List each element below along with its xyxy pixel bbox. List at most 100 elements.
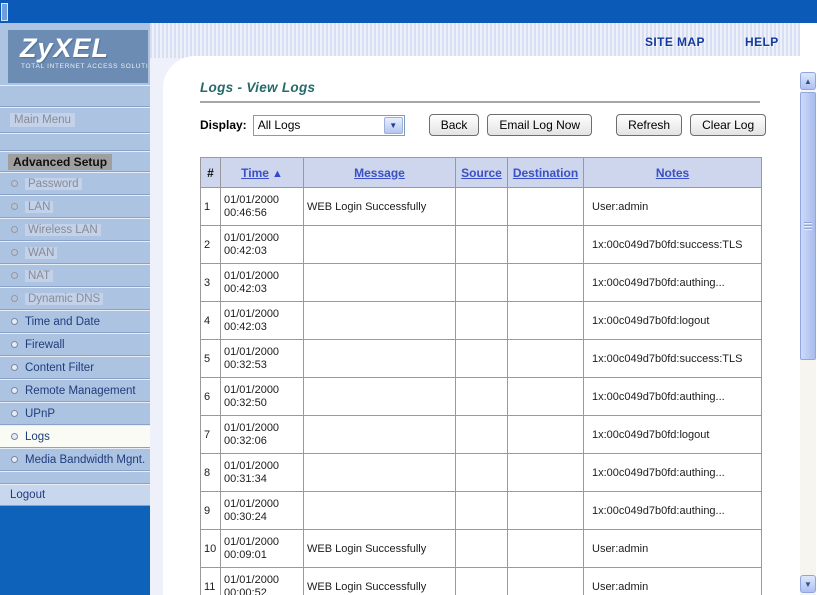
- scrollbar-thumb[interactable]: [800, 92, 816, 360]
- col-header-num: #: [201, 158, 221, 188]
- radio-bullet-icon: [11, 295, 18, 302]
- sidebar-item-label: Time and Date: [25, 316, 100, 328]
- sidebar: ZyXEL TOTAL INTERNET ACCESS SOLUTION Mai…: [0, 23, 150, 595]
- sidebar-section-advanced-setup: Advanced Setup: [0, 151, 150, 172]
- display-label: Display:: [200, 118, 247, 132]
- table-row: 3 01/01/200000:42:03 1x:00c049d7b0fd:aut…: [201, 264, 762, 302]
- radio-bullet-icon: [11, 249, 18, 256]
- sidebar-item-wireless-lan[interactable]: Wireless LAN: [0, 218, 150, 241]
- advanced-setup-label: Advanced Setup: [8, 154, 112, 170]
- vertical-scrollbar[interactable]: ▲ ▼: [800, 72, 817, 595]
- sidebar-item-remote-management[interactable]: Remote Management: [0, 379, 150, 402]
- chevron-down-icon[interactable]: ▼: [384, 117, 403, 134]
- radio-bullet-icon: [11, 364, 18, 371]
- sidebar-footer-block: [0, 506, 150, 595]
- sidebar-item-label: Logs: [25, 431, 50, 443]
- table-header-row: # Time▲ Message Source Destination Notes: [201, 158, 762, 188]
- sidebar-item-dynamic-dns[interactable]: Dynamic DNS: [0, 287, 150, 310]
- sidebar-item-time-and-date[interactable]: Time and Date: [0, 310, 150, 333]
- radio-bullet-icon: [11, 180, 18, 187]
- content-panel: Logs - View Logs Display: All Logs ▼ Bac…: [163, 56, 800, 595]
- sidebar-spacer: [0, 133, 150, 151]
- scrollbar-grip: [804, 222, 812, 231]
- table-row: 10 01/01/200000:09:01 WEB Login Successf…: [201, 530, 762, 568]
- radio-bullet-icon: [11, 226, 18, 233]
- radio-bullet-icon: [11, 203, 18, 210]
- sidebar-spacer: [0, 471, 150, 484]
- display-select[interactable]: All Logs ▼: [253, 115, 405, 136]
- sidebar-item-nat[interactable]: NAT: [0, 264, 150, 287]
- sidebar-item-label: Wireless LAN: [25, 224, 101, 236]
- table-row: 7 01/01/200000:32:06 1x:00c049d7b0fd:log…: [201, 416, 762, 454]
- radio-bullet-icon: [11, 410, 18, 417]
- log-table: # Time▲ Message Source Destination Notes…: [200, 157, 762, 595]
- refresh-button[interactable]: Refresh: [616, 114, 682, 136]
- back-button[interactable]: Back: [429, 114, 480, 136]
- radio-bullet-icon: [11, 433, 18, 440]
- col-header-destination[interactable]: Destination: [508, 158, 584, 188]
- radio-bullet-icon: [11, 341, 18, 348]
- sidebar-item-label: Media Bandwidth Mgnt.: [25, 454, 145, 466]
- title-divider: [200, 101, 760, 103]
- sidebar-item-media-bandwidth-mgnt[interactable]: Media Bandwidth Mgnt.: [0, 448, 150, 471]
- table-row: 6 01/01/200000:32:50 1x:00c049d7b0fd:aut…: [201, 378, 762, 416]
- main-menu-label: Main Menu: [10, 113, 75, 127]
- table-row: 4 01/01/200000:42:03 1x:00c049d7b0fd:log…: [201, 302, 762, 340]
- table-row: 9 01/01/200000:30:24 1x:00c049d7b0fd:aut…: [201, 492, 762, 530]
- radio-bullet-icon: [11, 456, 18, 463]
- sidebar-item-label: Firewall: [25, 339, 65, 351]
- page-title: Logs - View Logs: [200, 80, 800, 95]
- logo-brand-text: ZyXEL: [8, 30, 148, 63]
- sidebar-item-logs[interactable]: Logs: [0, 425, 150, 448]
- radio-bullet-icon: [11, 387, 18, 394]
- logo-tagline: TOTAL INTERNET ACCESS SOLUTION: [8, 63, 148, 70]
- help-link[interactable]: HELP: [745, 35, 779, 49]
- sidebar-item-content-filter[interactable]: Content Filter: [0, 356, 150, 379]
- sidebar-item-lan[interactable]: LAN: [0, 195, 150, 218]
- col-header-time[interactable]: Time▲: [221, 158, 304, 188]
- zyxel-logo: ZyXEL TOTAL INTERNET ACCESS SOLUTION: [8, 30, 148, 83]
- display-select-value: All Logs: [254, 118, 301, 132]
- site-map-link[interactable]: SITE MAP: [645, 35, 705, 49]
- scroll-up-icon[interactable]: ▲: [800, 72, 816, 90]
- sidebar-item-label: UPnP: [25, 408, 55, 420]
- table-row: 8 01/01/200000:31:34 1x:00c049d7b0fd:aut…: [201, 454, 762, 492]
- sidebar-item-logout[interactable]: Logout: [0, 484, 150, 506]
- sidebar-item-label: LAN: [25, 201, 53, 213]
- sidebar-item-label: Password: [25, 178, 82, 190]
- radio-bullet-icon: [11, 272, 18, 279]
- radio-bullet-icon: [11, 318, 18, 325]
- scroll-down-icon[interactable]: ▼: [800, 575, 816, 593]
- col-header-notes[interactable]: Notes: [584, 158, 762, 188]
- sidebar-item-upnp[interactable]: UPnP: [0, 402, 150, 425]
- table-row: 2 01/01/200000:42:03 1x:00c049d7b0fd:suc…: [201, 226, 762, 264]
- button-group: Back Email Log Now Refresh Clear Log: [429, 114, 766, 136]
- sidebar-item-label: NAT: [25, 270, 53, 282]
- sidebar-items-container: Password LAN Wireless LAN WAN NAT Dynami…: [0, 172, 150, 471]
- main-area: SITE MAP HELP Logs - View Logs Display: …: [150, 23, 800, 595]
- sidebar-item-firewall[interactable]: Firewall: [0, 333, 150, 356]
- clear-log-button[interactable]: Clear Log: [690, 114, 766, 136]
- col-header-source[interactable]: Source: [456, 158, 508, 188]
- log-table-body: 1 01/01/200000:46:56 WEB Login Successfu…: [201, 188, 762, 595]
- top-title-bar: [0, 0, 817, 23]
- header-stripe-band: SITE MAP HELP: [150, 23, 800, 58]
- table-row: 5 01/01/200000:32:53 1x:00c049d7b0fd:suc…: [201, 340, 762, 378]
- sidebar-item-main-menu[interactable]: Main Menu: [0, 107, 150, 133]
- sidebar-item-wan[interactable]: WAN: [0, 241, 150, 264]
- sidebar-item-label: Remote Management: [25, 385, 136, 397]
- sidebar-item-password[interactable]: Password: [0, 172, 150, 195]
- sidebar-item-label: Content Filter: [25, 362, 94, 374]
- logout-label: Logout: [10, 489, 45, 501]
- log-controls: Display: All Logs ▼ Back Email Log Now R…: [200, 113, 800, 137]
- sidebar-item-label: WAN: [25, 247, 57, 259]
- table-row: 1 01/01/200000:46:56 WEB Login Successfu…: [201, 188, 762, 226]
- sort-ascending-icon: ▲: [272, 168, 283, 180]
- sidebar-spacer: [0, 85, 150, 107]
- col-header-message[interactable]: Message: [304, 158, 456, 188]
- table-row: 11 01/01/200000:00:52 WEB Login Successf…: [201, 568, 762, 595]
- sidebar-menu: Main Menu Advanced Setup Password LAN Wi…: [0, 85, 150, 506]
- sidebar-item-label: Dynamic DNS: [25, 293, 103, 305]
- email-log-now-button[interactable]: Email Log Now: [487, 114, 592, 136]
- title-bar-chip: [1, 3, 8, 21]
